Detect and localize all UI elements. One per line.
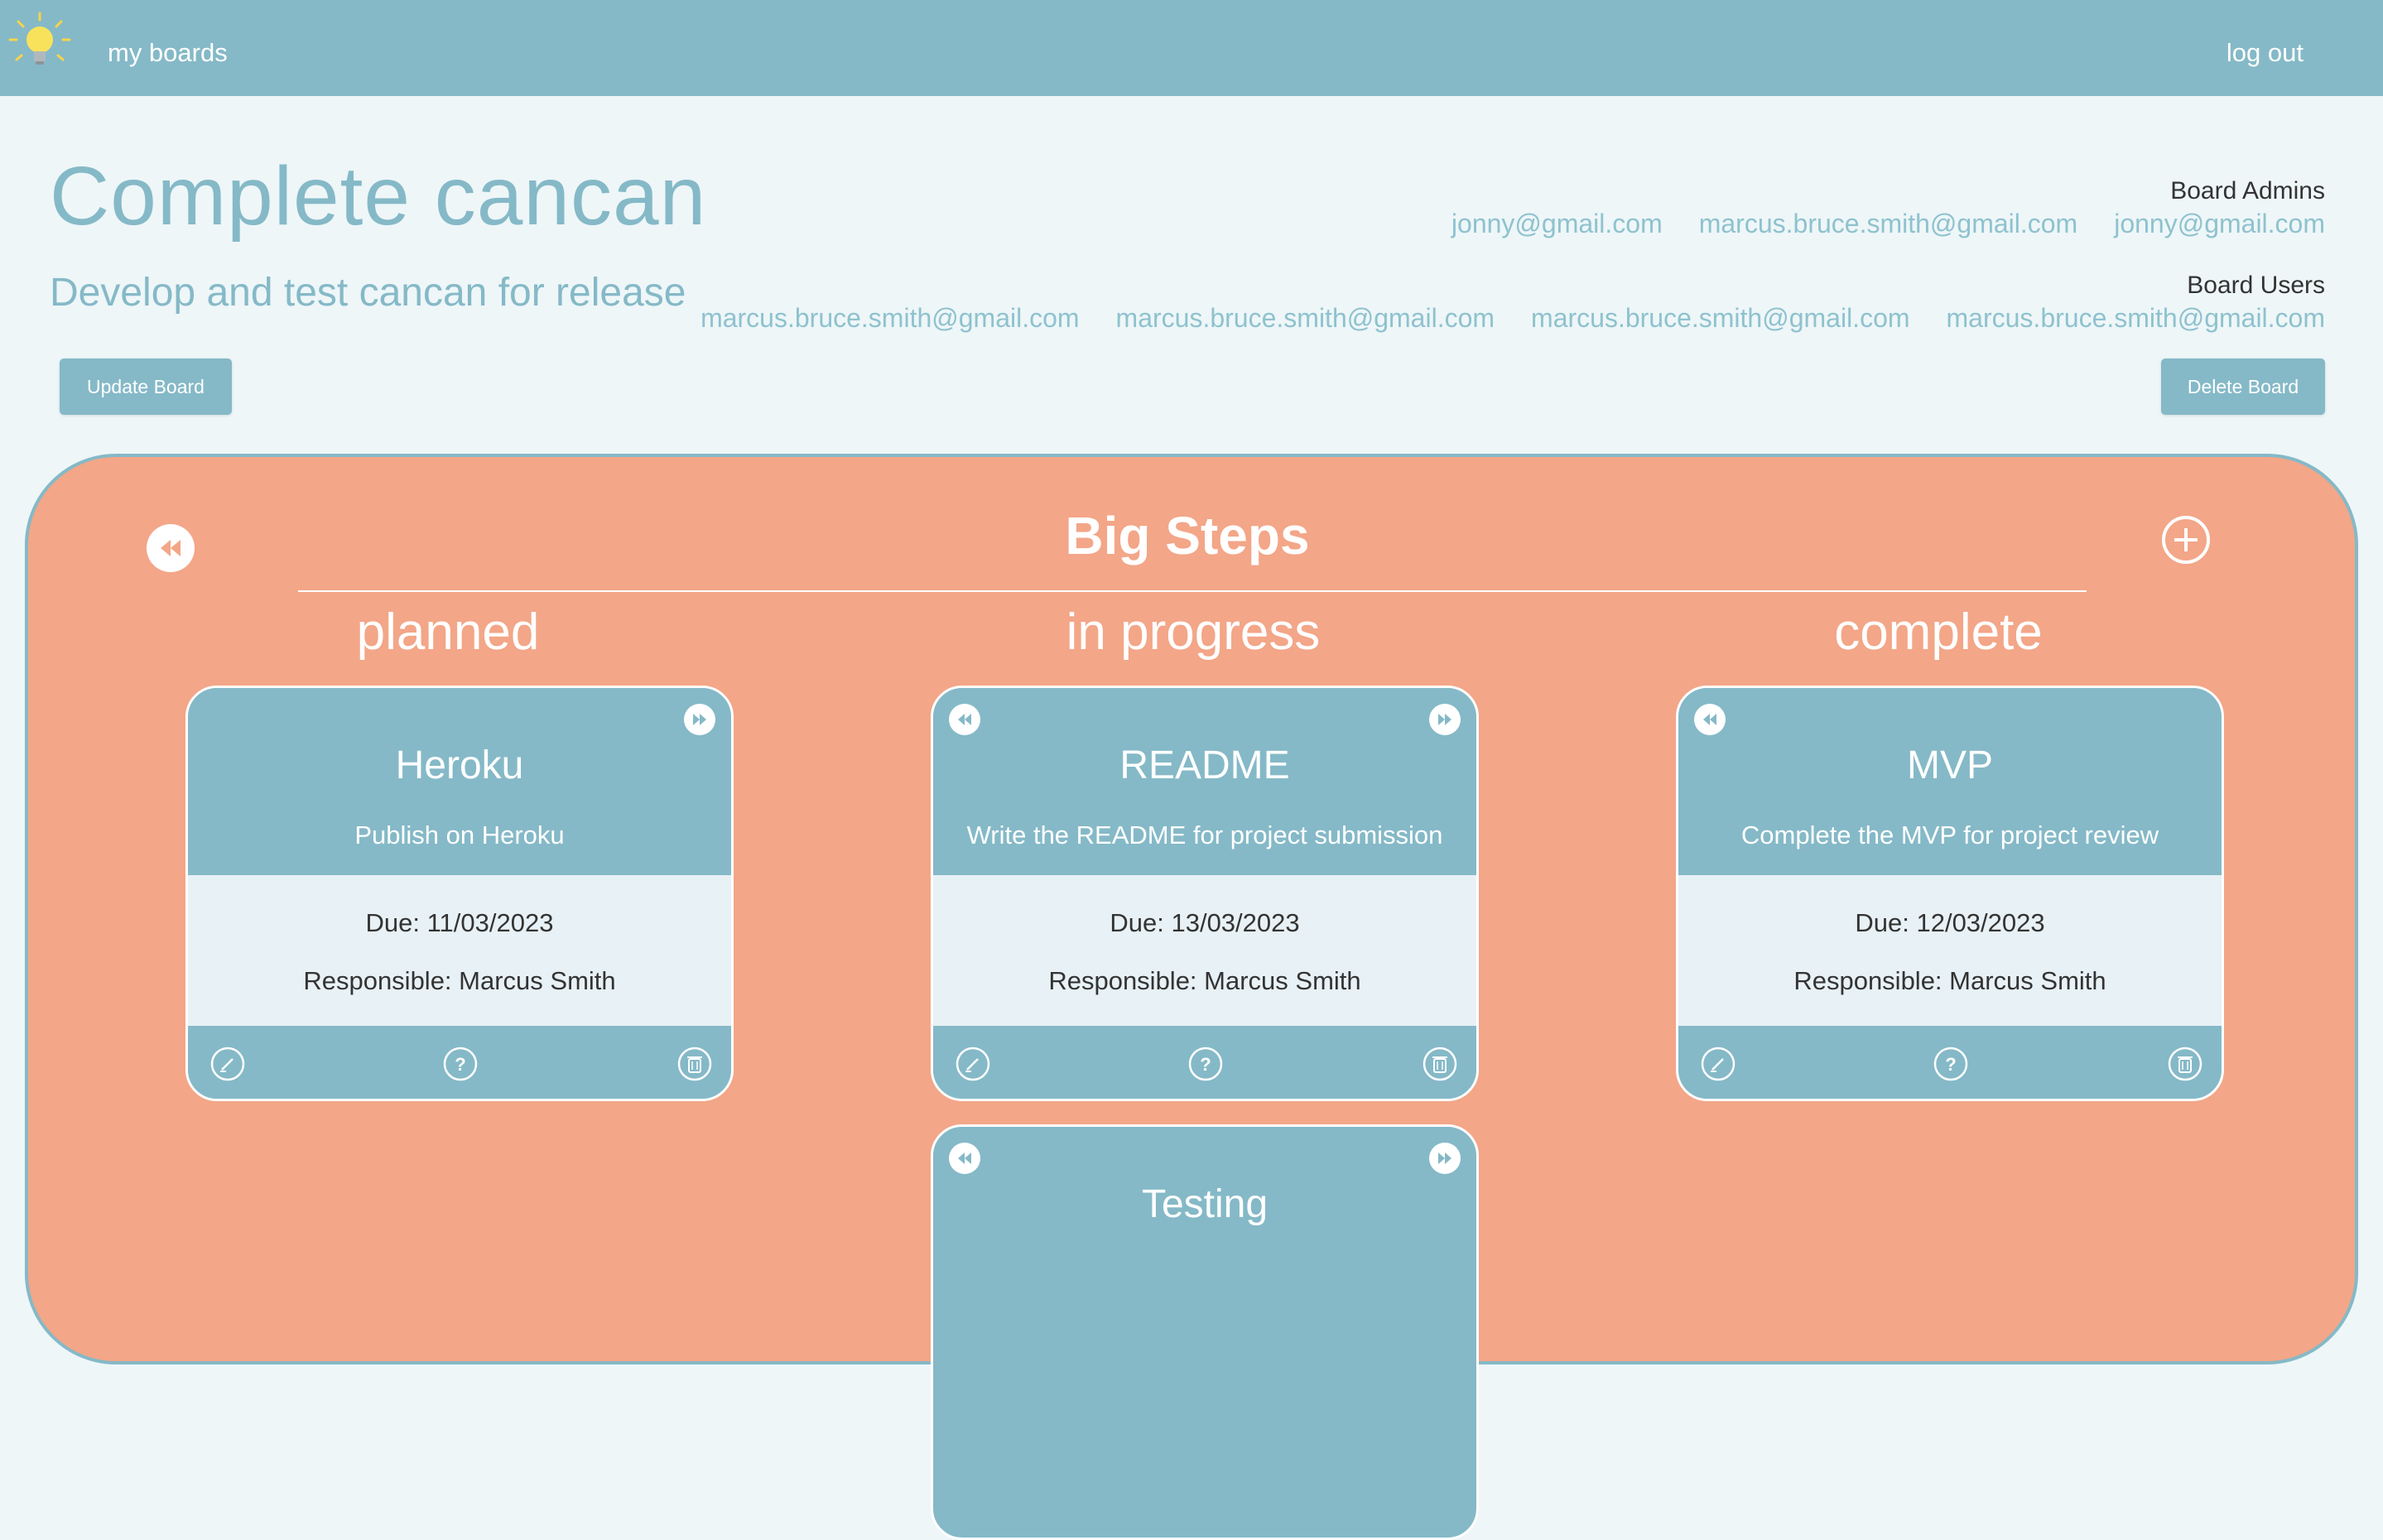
card-description: Publish on Heroku xyxy=(354,821,565,849)
admin-email: marcus.bruce.smith@gmail.com xyxy=(1698,209,2078,238)
column-heading-planned: planned xyxy=(356,604,540,661)
top-navbar: my boards log out xyxy=(0,0,2383,96)
step-card: Testing xyxy=(931,1124,1479,1540)
log-out-link[interactable]: log out xyxy=(2227,0,2304,96)
card-due-date: Due: 13/03/2023 xyxy=(1110,908,1300,937)
update-board-button[interactable]: Update Board xyxy=(60,359,232,415)
board-admins-label: Board Admins xyxy=(2170,177,2325,205)
my-boards-link[interactable]: my boards xyxy=(108,0,228,96)
board-description: Develop and test cancan for release xyxy=(50,271,686,315)
fast-forward-icon[interactable] xyxy=(683,703,716,736)
rewind-icon[interactable] xyxy=(1693,703,1726,736)
svg-text:?: ? xyxy=(1945,1054,1956,1075)
svg-text:?: ? xyxy=(455,1054,465,1075)
board-users-list: marcus.bruce.smith@gmail.com marcus.bruc… xyxy=(700,303,2325,334)
panel-divider xyxy=(298,590,2087,592)
trash-icon[interactable] xyxy=(2167,1046,2203,1082)
step-card: MVP Complete the MVP for project review … xyxy=(1676,686,2224,1101)
card-title: Heroku xyxy=(395,744,524,787)
big-steps-panel: Big Steps planned in progress complete H… xyxy=(25,454,2358,1540)
board-admins-list: jonny@gmail.com marcus.bruce.smith@gmail… xyxy=(1451,209,2325,239)
card-title: Testing xyxy=(1141,1182,1269,1226)
fast-forward-icon[interactable] xyxy=(1428,1142,1461,1175)
question-icon[interactable]: ? xyxy=(442,1046,479,1082)
card-responsible: Responsible: Marcus Smith xyxy=(1793,966,2106,995)
card-due-date: Due: 12/03/2023 xyxy=(1855,908,2045,937)
board-users-label: Board Users xyxy=(2187,272,2325,299)
user-email: marcus.bruce.smith@gmail.com xyxy=(700,303,1080,333)
big-steps-title: Big Steps xyxy=(1065,506,1310,565)
question-icon[interactable]: ? xyxy=(1933,1046,1969,1082)
rewind-icon[interactable] xyxy=(948,703,981,736)
card-description: Write the README for project submission xyxy=(966,821,1443,849)
plus-circle-icon[interactable] xyxy=(2161,515,2211,565)
trash-icon[interactable] xyxy=(1422,1046,1458,1082)
step-card: Heroku Publish on Heroku Due: 11/03/2023… xyxy=(185,686,734,1101)
pencil-icon[interactable] xyxy=(209,1046,246,1082)
column-heading-complete: complete xyxy=(1834,604,2043,661)
card-title: MVP xyxy=(1906,744,1993,787)
admin-email: jonny@gmail.com xyxy=(2114,209,2325,238)
card-responsible: Responsible: Marcus Smith xyxy=(303,966,616,995)
column-heading-in-progress: in progress xyxy=(1066,604,1321,661)
question-icon[interactable]: ? xyxy=(1187,1046,1224,1082)
card-due-date: Due: 11/03/2023 xyxy=(365,908,554,937)
svg-text:?: ? xyxy=(1200,1054,1211,1075)
lightbulb-icon[interactable] xyxy=(7,10,73,76)
fast-forward-icon[interactable] xyxy=(1428,703,1461,736)
delete-board-button[interactable]: Delete Board xyxy=(2161,359,2325,415)
pencil-icon[interactable] xyxy=(955,1046,991,1082)
rewind-icon[interactable] xyxy=(948,1142,981,1175)
board-title: Complete cancan xyxy=(50,150,707,243)
user-email: marcus.bruce.smith@gmail.com xyxy=(1531,303,1910,333)
step-card: README Write the README for project subm… xyxy=(931,686,1479,1101)
card-description: Complete the MVP for project review xyxy=(1740,821,2159,849)
pencil-icon[interactable] xyxy=(1700,1046,1736,1082)
user-email: marcus.bruce.smith@gmail.com xyxy=(1946,303,2325,333)
trash-icon[interactable] xyxy=(676,1046,713,1082)
rewind-icon[interactable] xyxy=(146,523,195,573)
card-title: README xyxy=(1119,744,1290,787)
admin-email: jonny@gmail.com xyxy=(1451,209,1663,238)
card-responsible: Responsible: Marcus Smith xyxy=(1048,966,1361,995)
user-email: marcus.bruce.smith@gmail.com xyxy=(1115,303,1495,333)
